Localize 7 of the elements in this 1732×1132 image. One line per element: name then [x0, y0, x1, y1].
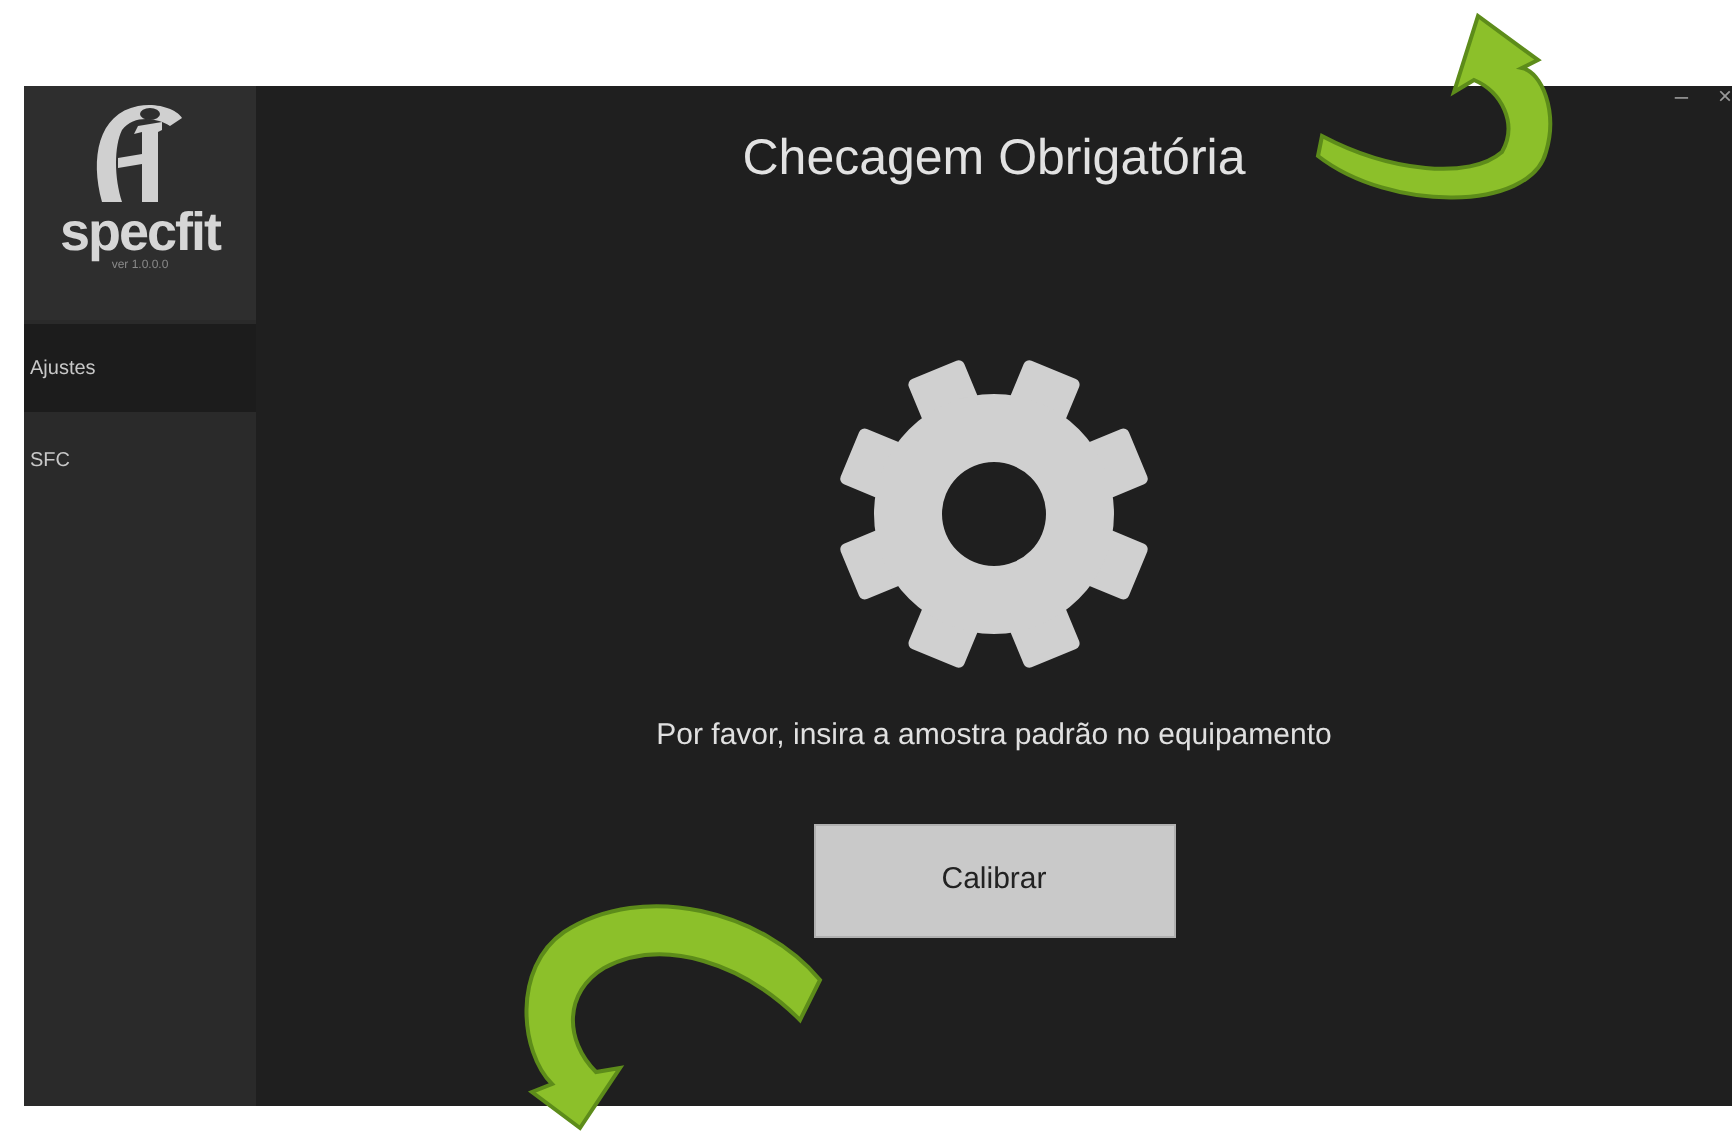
instruction-text: Por favor, insira a amostra padrão no equipamento	[656, 715, 1332, 755]
sidebar-item[interactable]: Ajustes	[24, 324, 256, 412]
calibrate-button[interactable]: Calibrar	[813, 824, 1175, 938]
page-title: Checagem Obrigatória	[742, 128, 1246, 190]
minimize-button[interactable]: –	[1674, 78, 1688, 114]
logo-wordmark: specfit	[59, 206, 221, 258]
close-button[interactable]: ×	[1717, 78, 1732, 114]
